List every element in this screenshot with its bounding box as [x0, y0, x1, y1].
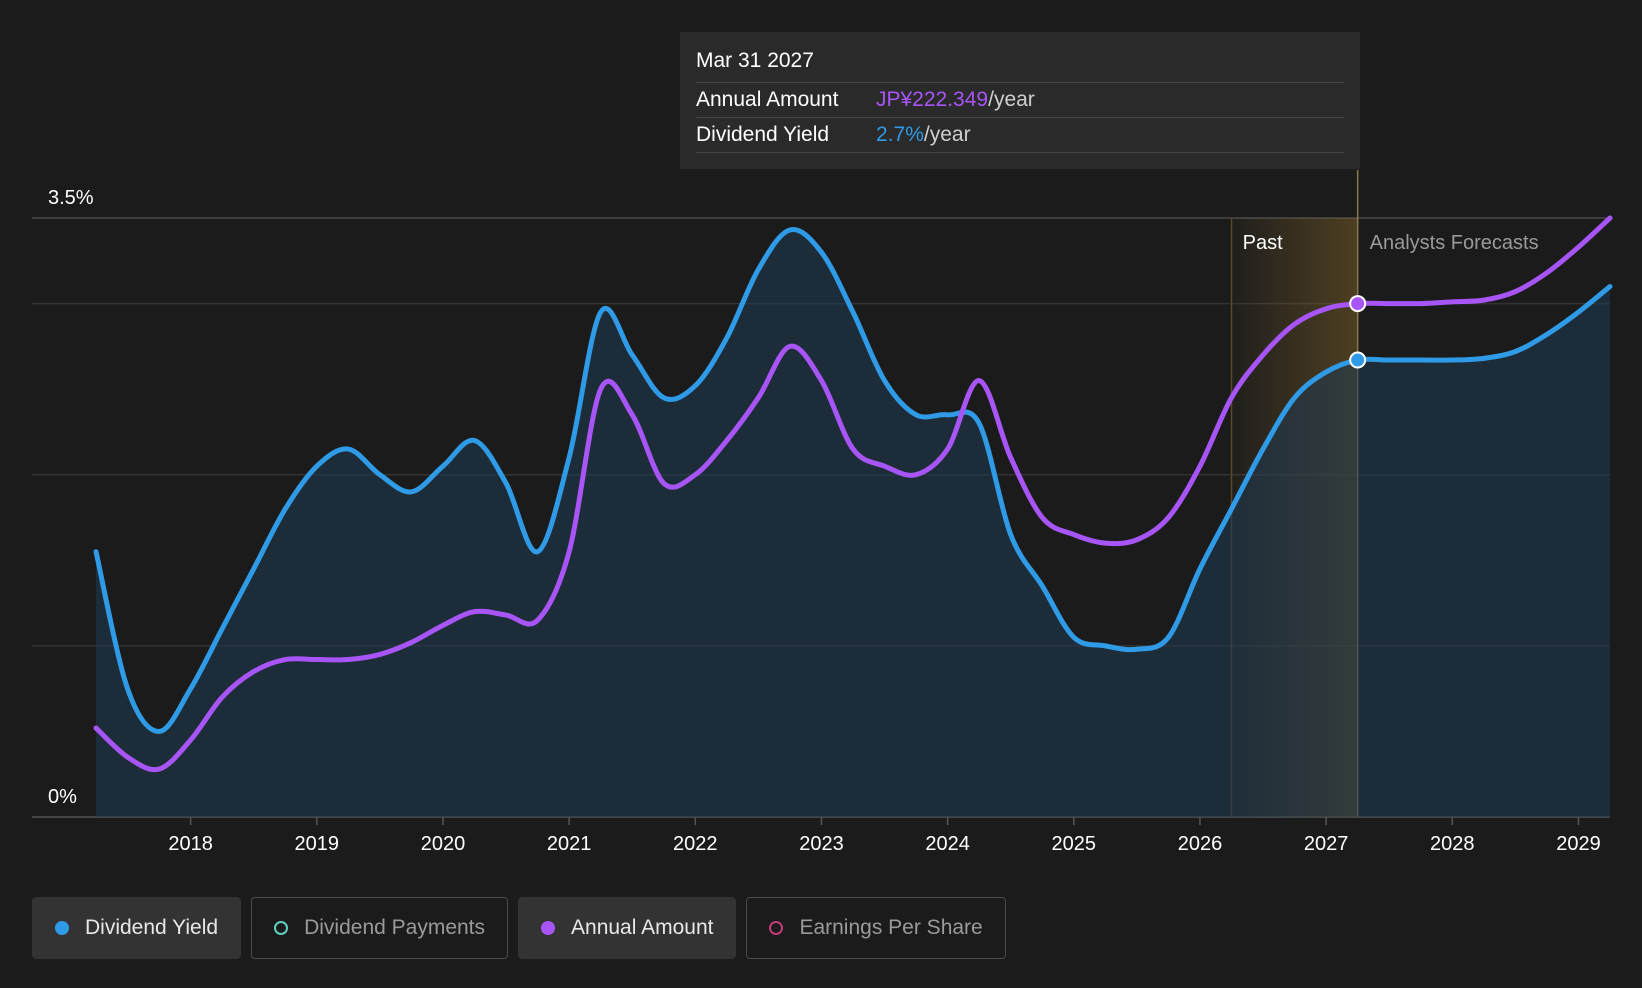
- legend: Dividend Yield Dividend Payments Annual …: [32, 897, 1006, 959]
- x-tick-label: 2024: [925, 833, 970, 855]
- y-tick-label: 0%: [48, 786, 77, 808]
- y-tick-label: 3.5%: [48, 187, 94, 209]
- highlight-marker-0: [1349, 351, 1367, 369]
- legend-annual-amount-button[interactable]: Annual Amount: [518, 897, 737, 959]
- x-tick-label: 2028: [1430, 833, 1475, 855]
- legend-earnings-per-share-label: Earnings Per Share: [799, 916, 983, 939]
- tooltip-date: Mar 31 2027: [696, 46, 1344, 83]
- legend-earnings-per-share-button[interactable]: Earnings Per Share: [746, 897, 1006, 959]
- x-tick-label: 2019: [295, 833, 340, 855]
- tooltip: Mar 31 2027 Annual Amount JP¥222.349 /ye…: [680, 32, 1360, 169]
- forecast-label: Analysts Forecasts: [1370, 232, 1539, 254]
- tooltip-yield-value: 2.7%: [876, 123, 924, 146]
- x-tick-label: 2021: [547, 833, 592, 855]
- legend-dividend-yield-button[interactable]: Dividend Yield: [32, 897, 242, 959]
- tooltip-annual-unit: /year: [988, 88, 1035, 111]
- highlight-marker-1: [1349, 295, 1367, 313]
- tooltip-annual-label: Annual Amount: [696, 88, 839, 111]
- tooltip-annual-row: Annual Amount JP¥222.349 /year: [696, 83, 1344, 118]
- x-tick-label: 2029: [1556, 833, 1601, 855]
- x-tick-label: 2018: [168, 833, 213, 855]
- legend-dividend-payments-label: Dividend Payments: [304, 916, 486, 939]
- x-tick-label: 2027: [1304, 833, 1349, 855]
- x-tick-label: 2022: [673, 833, 718, 855]
- legend-annual-amount-label: Annual Amount: [571, 916, 714, 939]
- legend-dividend-payments-button[interactable]: Dividend Payments: [251, 897, 509, 959]
- legend-dividend-yield-label: Dividend Yield: [85, 916, 219, 939]
- tooltip-yield-row: Dividend Yield 2.7% /year: [696, 118, 1344, 153]
- past-label: Past: [1243, 232, 1283, 254]
- x-tick-label: 2023: [799, 833, 844, 855]
- dividend-payments-ring-icon: [274, 921, 289, 935]
- tooltip-yield-label: Dividend Yield: [696, 123, 830, 146]
- tooltip-yield-unit: /year: [923, 123, 971, 146]
- x-tick-label: 2025: [1052, 833, 1097, 855]
- x-tick-label: 2020: [421, 833, 466, 855]
- annual-amount-dot-icon: [541, 921, 556, 935]
- dividend-yield-dot-icon: [55, 921, 69, 935]
- x-tick-label: 2026: [1178, 833, 1223, 855]
- earnings-per-share-ring-icon: [769, 921, 784, 935]
- tooltip-annual-value: JP¥222.349: [876, 88, 989, 111]
